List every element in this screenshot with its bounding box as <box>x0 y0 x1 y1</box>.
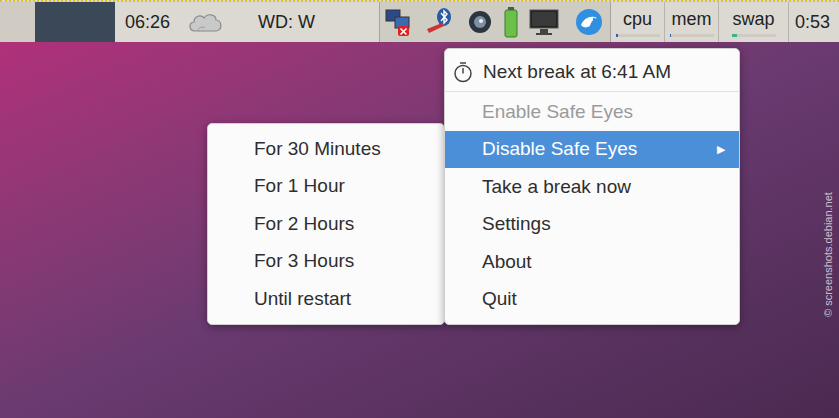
app-bird-icon[interactable] <box>572 7 606 37</box>
top-panel: 06:26 WD: W cpumemswap 0:53 <box>0 0 839 42</box>
watermark: © screenshots.debian.net <box>822 192 835 317</box>
submenu-item[interactable]: Until restart <box>208 280 444 318</box>
weather[interactable] <box>186 2 224 42</box>
bluetooth-icon[interactable] <box>424 7 458 37</box>
panel-launcher[interactable] <box>0 2 35 42</box>
resource-monitor-label: swap <box>732 8 774 30</box>
resource-monitor[interactable]: cpu <box>611 2 665 42</box>
system-tray <box>379 2 611 42</box>
battery-icon[interactable] <box>503 6 519 38</box>
submenu: For 30 MinutesFor 1 HourFor 2 HoursFor 3… <box>207 123 445 325</box>
weather-wind[interactable]: WD: W <box>258 2 315 42</box>
resource-meter-fill <box>616 34 619 37</box>
menu-item[interactable]: About <box>445 243 739 281</box>
resource-meter <box>616 34 660 37</box>
submenu-item[interactable]: For 1 Hour <box>208 168 444 206</box>
menu-item[interactable]: Quit <box>445 281 739 319</box>
menu-item-label: Settings <box>482 210 551 239</box>
menu-separator <box>445 91 739 92</box>
resource-meter-fill <box>732 34 737 37</box>
resource-monitor-label: cpu <box>623 8 652 30</box>
stopwatch-icon <box>453 61 473 83</box>
menu-item[interactable]: Take a break now <box>445 168 739 206</box>
resource-meter <box>670 34 714 37</box>
resource-meter <box>732 34 776 37</box>
resource-monitor-label: mem <box>672 8 712 30</box>
network-disconnected-icon[interactable] <box>384 7 414 37</box>
menu-item-label: Enable Safe Eyes <box>482 98 633 127</box>
menu-item: Enable Safe Eyes <box>445 93 739 131</box>
clock[interactable]: 06:26 <box>125 2 170 42</box>
menu-item-label: Take a break now <box>482 173 631 202</box>
submenu-arrow-icon: ▶ <box>717 141 725 158</box>
menu-item-label: Disable Safe Eyes <box>482 135 637 164</box>
resource-monitor[interactable]: mem <box>665 2 719 42</box>
menu-item[interactable]: Settings <box>445 206 739 244</box>
resource-monitor[interactable]: swap <box>719 2 789 42</box>
next-break-item: Next break at 6:41 AM <box>445 53 739 91</box>
submenu-item[interactable]: For 30 Minutes <box>208 130 444 168</box>
next-break-label: Next break at 6:41 AM <box>483 58 671 87</box>
resource-meter-fill <box>670 34 672 37</box>
display-icon[interactable] <box>528 7 562 37</box>
submenu-item[interactable]: For 3 Hours <box>208 243 444 281</box>
menu-item-label: Quit <box>482 285 517 314</box>
menu-item-label: About <box>482 248 532 277</box>
uptime[interactable]: 0:53 <box>789 2 839 42</box>
screen: 06:26 WD: W cpumemswap 0:53 © screenshots.de… <box>0 0 839 418</box>
taskbar-window-button[interactable] <box>35 2 115 42</box>
weather-cloud-icon <box>186 9 224 35</box>
menu-item[interactable]: Disable Safe Eyes ▶ <box>445 131 739 169</box>
submenu-item[interactable]: For 2 Hours <box>208 205 444 243</box>
tray-menu: Next break at 6:41 AM Enable Safe Eyes Dis… <box>444 48 740 325</box>
safe-eyes-icon[interactable] <box>467 9 493 35</box>
